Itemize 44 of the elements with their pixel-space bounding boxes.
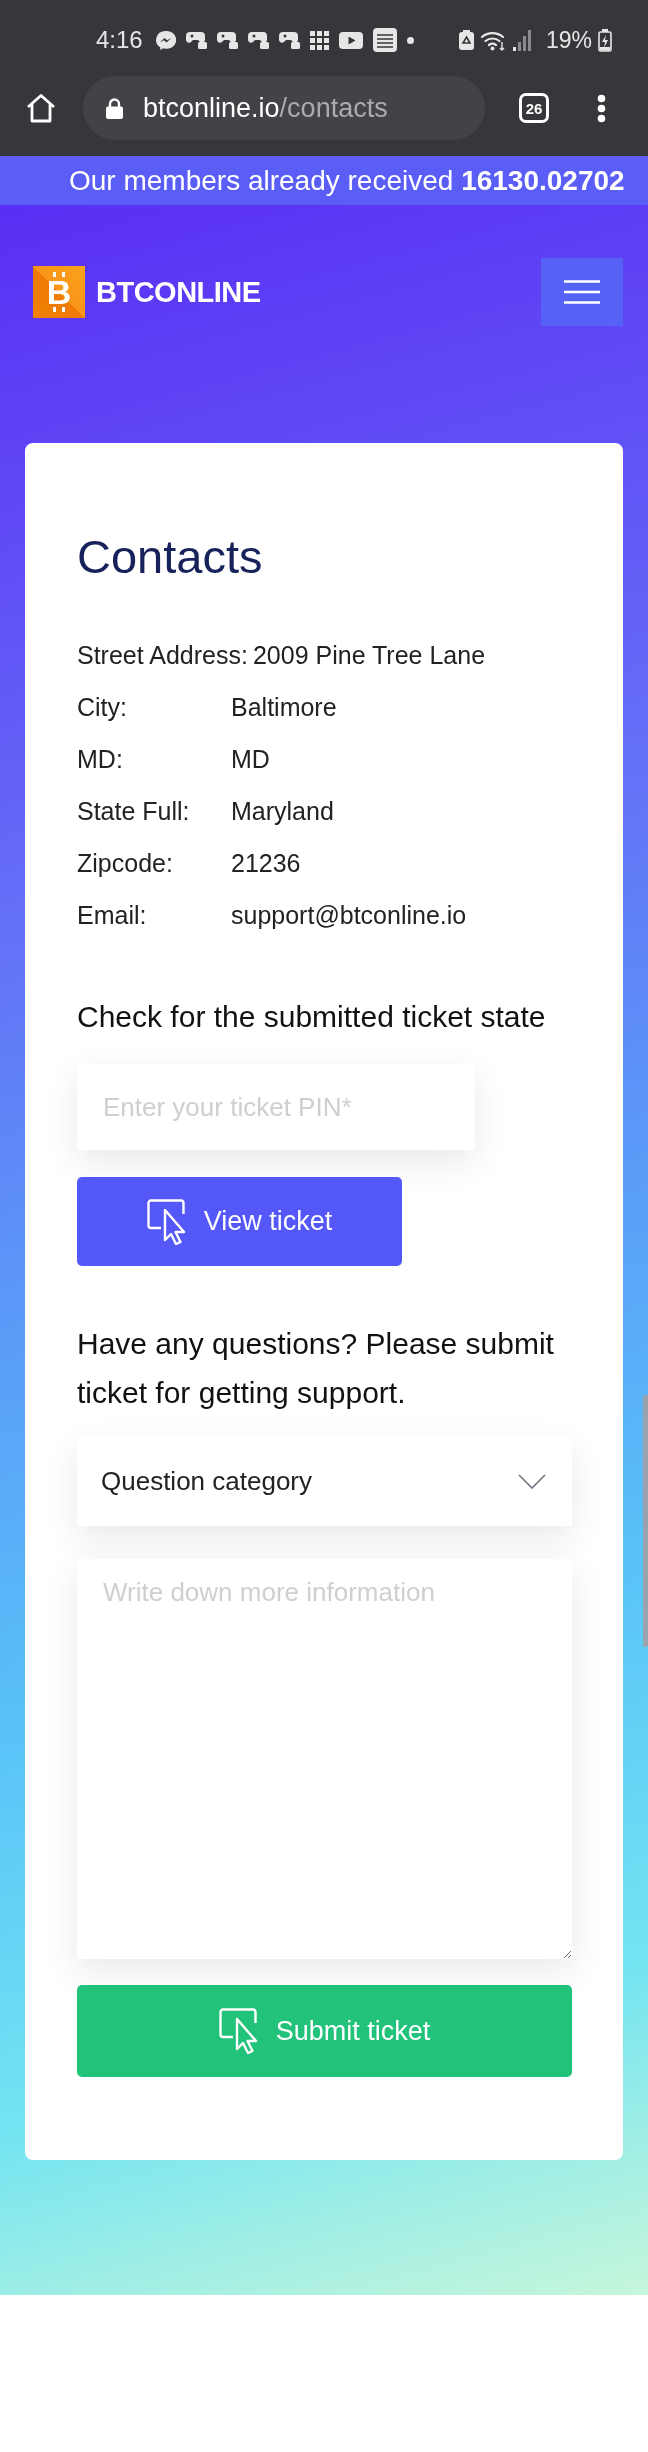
more-icon[interactable] bbox=[597, 94, 606, 123]
app-icon bbox=[372, 28, 397, 52]
contact-value: Maryland bbox=[231, 796, 334, 827]
view-ticket-button[interactable]: View ticket bbox=[77, 1177, 402, 1266]
chevron-down-icon bbox=[518, 1473, 546, 1489]
ticket-check-heading: Check for the submitted ticket state bbox=[77, 999, 547, 1035]
contact-label: State Full: bbox=[77, 796, 191, 827]
url-text: btconline.io/contacts bbox=[143, 92, 388, 124]
gamepad-icon bbox=[216, 31, 238, 49]
tab-count-button[interactable]: 26 bbox=[519, 93, 549, 123]
battery-percent: 19% bbox=[545, 26, 592, 54]
logo-text[interactable]: BTCONLINE bbox=[96, 275, 261, 309]
status-time: 4:16 bbox=[96, 26, 143, 54]
chat-bubble-icon bbox=[154, 29, 176, 51]
battery-icon bbox=[598, 28, 612, 52]
contact-label: Street Address: bbox=[77, 640, 248, 671]
scrollbar-thumb[interactable] bbox=[643, 1395, 648, 1647]
contact-value: 2009 Pine Tree Lane bbox=[252, 640, 486, 671]
wifi-icon bbox=[479, 29, 507, 51]
address-bar[interactable]: btconline.io/contacts bbox=[83, 76, 485, 140]
dot-icon bbox=[406, 36, 414, 44]
announcement-text: Our members already received 16130.02702 bbox=[69, 164, 625, 197]
contacts-title: Contacts bbox=[77, 529, 264, 585]
contact-label: Zipcode: bbox=[77, 848, 174, 879]
contact-value: support@btconline.io bbox=[231, 900, 467, 931]
gamepad-icon bbox=[185, 31, 207, 49]
question-category-dropdown[interactable]: Question category bbox=[77, 1436, 572, 1526]
contact-label: Email: bbox=[77, 900, 148, 931]
battery-alert-icon bbox=[458, 30, 474, 50]
contact-label: MD: bbox=[77, 744, 124, 775]
gamepad-icon bbox=[247, 31, 269, 49]
contact-value: MD bbox=[231, 744, 270, 775]
contact-value: Baltimore bbox=[231, 692, 337, 723]
contact-value: 21236 bbox=[231, 848, 301, 879]
menu-button[interactable] bbox=[541, 258, 623, 326]
gamepad-icon bbox=[278, 31, 300, 49]
home-icon[interactable] bbox=[26, 93, 56, 123]
lock-icon bbox=[106, 97, 123, 119]
contact-label: City: bbox=[77, 692, 128, 723]
signal-icon bbox=[512, 29, 532, 51]
menu-icon bbox=[564, 280, 600, 304]
play-button-icon bbox=[338, 31, 363, 49]
grid-icon bbox=[309, 30, 329, 50]
support-heading: Have any questions? Please submit ticket for getting support. bbox=[77, 1326, 555, 1411]
